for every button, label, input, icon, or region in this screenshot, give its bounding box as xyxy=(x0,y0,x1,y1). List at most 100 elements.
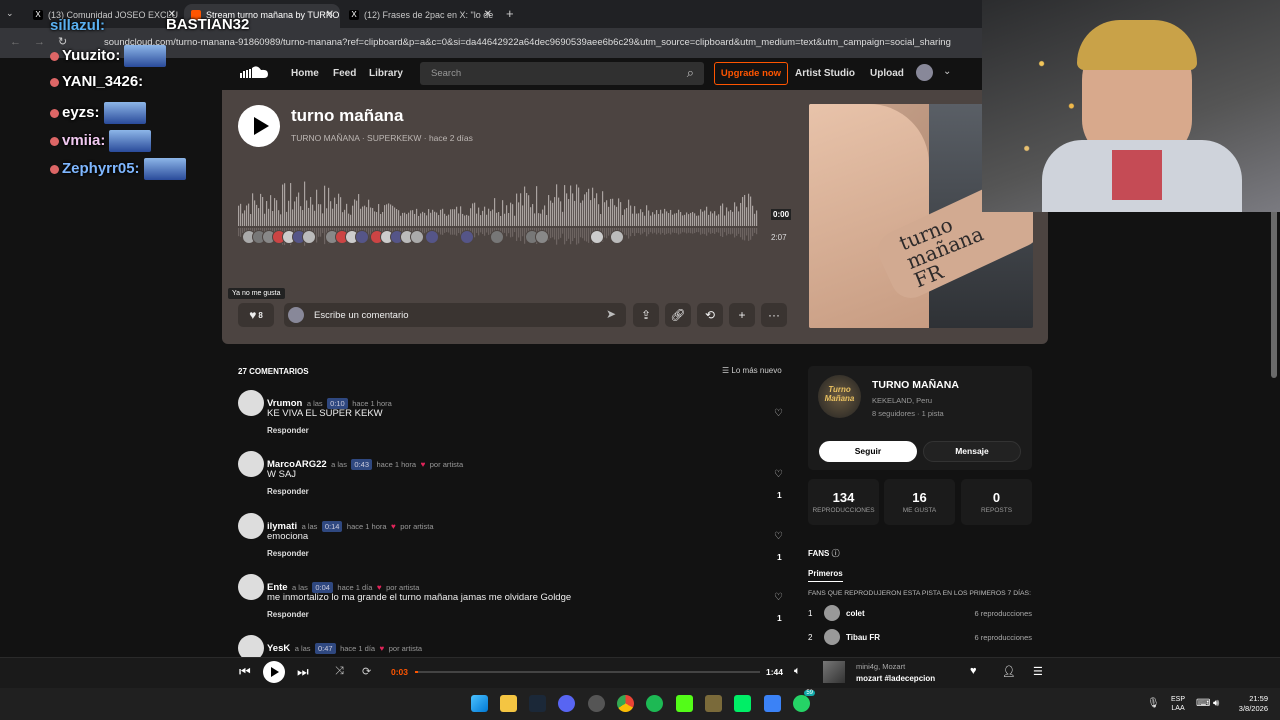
language-indicator[interactable]: ESP LAA xyxy=(1171,695,1185,713)
artist-studio-link[interactable]: Artist Studio xyxy=(795,68,855,79)
track-group-link[interactable]: SUPERKEKW xyxy=(367,133,421,143)
nav-library[interactable]: Library xyxy=(369,68,403,79)
add-to-playlist-button[interactable]: + xyxy=(729,303,755,327)
close-icon[interactable]: ✕ xyxy=(326,9,334,20)
volume-tray-icon[interactable]: 🔊︎ xyxy=(1213,698,1219,709)
info-icon[interactable]: ⓘ xyxy=(832,549,840,558)
network-icon[interactable]: ⌨︎ xyxy=(1196,698,1210,709)
waveform-comment-avatar[interactable] xyxy=(302,230,316,244)
volume-icon[interactable]: 🔈︎ xyxy=(794,665,801,678)
new-tab-button[interactable]: + xyxy=(506,6,514,21)
user-avatar[interactable] xyxy=(916,64,933,81)
comment-like-icon[interactable]: ♡ xyxy=(774,408,783,419)
chevron-down-icon[interactable]: ⌄ xyxy=(943,66,951,77)
comment-avatar[interactable] xyxy=(238,574,264,600)
waveform-bar xyxy=(368,199,370,226)
waveform-bar xyxy=(370,207,372,226)
repost-button[interactable]: ⟲ xyxy=(697,303,723,327)
follow-button[interactable]: Seguir xyxy=(819,441,917,462)
reply-button[interactable]: Responder xyxy=(267,610,309,619)
reply-button[interactable]: Responder xyxy=(267,487,309,496)
player-play-button[interactable] xyxy=(263,661,285,683)
artist-avatar[interactable]: Turno Mañana xyxy=(818,375,861,418)
waveform-reflection xyxy=(684,228,686,233)
app-icon[interactable] xyxy=(705,695,722,712)
fan-name[interactable]: Tibau FR xyxy=(846,633,880,642)
now-playing-artist[interactable]: mini4g, Mozart xyxy=(856,662,905,671)
like-button[interactable]: ♥ 8 xyxy=(238,303,274,327)
spotify-icon[interactable] xyxy=(646,695,663,712)
fan-avatar[interactable] xyxy=(824,629,840,645)
comment-timestamp[interactable]: 0:47 xyxy=(315,643,336,654)
repeat-icon[interactable]: ⟳ xyxy=(362,665,371,678)
upload-link[interactable]: Upload xyxy=(870,68,904,79)
play-button[interactable] xyxy=(238,105,280,147)
forward-icon[interactable]: → xyxy=(34,36,45,48)
queue-icon[interactable]: ☰ xyxy=(1033,665,1043,678)
now-playing-title[interactable]: mozart #ladecepcion xyxy=(856,674,935,683)
mic-icon[interactable]: 🎙︎ xyxy=(1147,698,1160,709)
comment-like-icon[interactable]: ♡ xyxy=(774,592,783,603)
comment-input[interactable]: Escribe un comentario ➤ xyxy=(284,303,626,327)
waveform-comment-avatar[interactable] xyxy=(535,230,549,244)
nav-feed[interactable]: Feed xyxy=(333,68,356,79)
waveform-bar xyxy=(664,208,666,226)
search-icon[interactable]: ⌕ xyxy=(687,65,694,81)
comment-avatar[interactable] xyxy=(238,451,264,477)
comment-avatar[interactable] xyxy=(238,390,264,416)
fan-avatar[interactable] xyxy=(824,605,840,621)
notepad-icon[interactable] xyxy=(764,695,781,712)
back-icon[interactable]: ← xyxy=(10,36,21,48)
comment-timestamp[interactable]: 0:14 xyxy=(321,521,343,532)
waveform-comment-avatar[interactable] xyxy=(590,230,604,244)
url-field[interactable]: soundcloud.com/turno-manana-91860989/tur… xyxy=(104,37,951,48)
tab-list-chevron-icon[interactable]: ⌄ xyxy=(6,8,14,19)
waveform-comment-avatar[interactable] xyxy=(490,230,504,244)
app-icon[interactable] xyxy=(734,695,751,712)
clock[interactable]: 21:59 3/8/2026 xyxy=(1230,694,1268,714)
comment-user[interactable]: YesK xyxy=(267,643,290,654)
nav-home[interactable]: Home xyxy=(291,68,319,79)
send-icon[interactable]: ➤ xyxy=(606,307,616,321)
comment-timestamp[interactable]: 0:43 xyxy=(351,459,373,470)
comment-like-icon[interactable]: ♡ xyxy=(774,469,783,480)
fans-tab-first[interactable]: Primeros xyxy=(808,569,843,582)
previous-icon[interactable]: ⏮ xyxy=(239,664,251,680)
chrome-icon[interactable] xyxy=(617,695,634,712)
waveform-comment-avatar[interactable] xyxy=(610,230,624,244)
windows-start-icon[interactable] xyxy=(471,695,488,712)
waveform-comment-avatar[interactable] xyxy=(355,230,369,244)
comment-like-icon[interactable]: ♡ xyxy=(774,531,783,542)
discord-icon[interactable] xyxy=(558,695,575,712)
waveform-comment-avatar[interactable] xyxy=(410,230,424,244)
reply-button[interactable]: Responder xyxy=(267,426,309,435)
heart-icon[interactable]: ♥ xyxy=(970,665,977,677)
sort-dropdown[interactable]: ☰ Lo más nuevo xyxy=(722,366,782,375)
fan-name[interactable]: colet xyxy=(846,609,865,618)
now-playing-artwork[interactable] xyxy=(823,661,845,683)
kick-icon[interactable] xyxy=(676,695,693,712)
track-artist-link[interactable]: TURNO MAÑANA xyxy=(291,133,359,143)
close-icon[interactable]: ✕ xyxy=(484,9,492,20)
whatsapp-icon[interactable]: 59 xyxy=(793,690,815,712)
progress-track[interactable] xyxy=(415,671,760,673)
comment-avatar[interactable] xyxy=(238,513,264,539)
steam-icon[interactable] xyxy=(529,695,546,712)
soundcloud-logo-icon[interactable] xyxy=(237,64,269,80)
copy-link-button[interactable]: 🔗︎ xyxy=(665,303,691,327)
waveform-comment-avatar[interactable] xyxy=(425,230,439,244)
tab-2pac[interactable]: X (12) Frases de 2pac en X: "lo de ✕ xyxy=(342,4,498,28)
shuffle-icon[interactable]: ⤨ xyxy=(335,665,344,678)
next-icon[interactable]: ⏭ xyxy=(297,664,309,680)
reply-button[interactable]: Responder xyxy=(267,549,309,558)
message-button[interactable]: Mensaje xyxy=(923,441,1021,462)
artist-name[interactable]: TURNO MAÑANA xyxy=(872,379,959,391)
app-icon[interactable] xyxy=(588,695,605,712)
share-button[interactable]: ⇪ xyxy=(633,303,659,327)
file-explorer-icon[interactable] xyxy=(500,695,517,712)
waveform-comment-avatar[interactable] xyxy=(460,230,474,244)
more-button[interactable]: ··· xyxy=(761,303,787,327)
follow-user-icon[interactable]: 👤︎ xyxy=(1002,665,1016,678)
search-input[interactable]: Search ⌕ xyxy=(420,62,704,85)
upgrade-button[interactable]: Upgrade now xyxy=(714,62,788,85)
